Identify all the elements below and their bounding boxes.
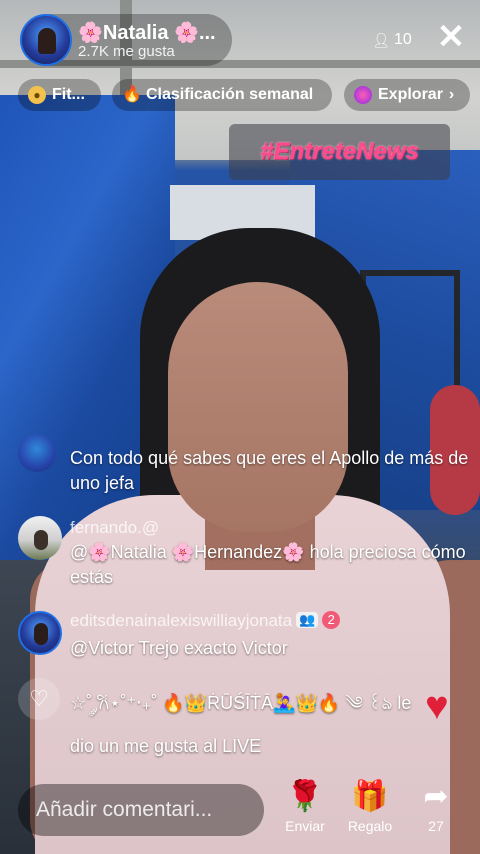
viewer-count-value: 10 <box>393 31 412 48</box>
person-icon: 👤︎ <box>372 31 390 48</box>
chat-username[interactable]: editsdenainalexiswilliayjonata 👥 2 <box>70 611 341 631</box>
chat-like-notice: ☆˚ ༘𐙚⋆˚⁺‧₊˚ 🔥👑ṘŪŚĪṪĀ🤽‍♀️👑🔥 ༄ ꒰ঌ le dio u… <box>70 682 430 756</box>
viewer-count[interactable]: 👤︎ 10 <box>362 24 422 56</box>
fitness-badge-icon: ● <box>28 86 46 104</box>
flame-icon: 🔥 <box>122 86 142 103</box>
host-name: 🌸Natalia 🌸... <box>78 22 216 44</box>
chat-message-text: @🌸Natalia 🌸Hernandez🌸 hola preciosa cómo… <box>70 542 466 587</box>
host-avatar[interactable] <box>20 14 72 66</box>
chat-message-text: ☆˚ ༘𐙚⋆˚⁺‧₊˚ 🔥👑ṘŪŚĪṪĀ🤽‍♀️👑🔥 ༄ ꒰ঌ le dio u… <box>70 693 412 756</box>
host-info[interactable]: 🌸Natalia 🌸... 2.7K me gusta <box>20 14 232 66</box>
share-count: 27 <box>428 818 444 834</box>
chip-label: Clasificación semanal <box>146 86 314 103</box>
chip-weekly-ranking[interactable]: 🔥 Clasificación semanal <box>112 79 332 111</box>
send-label: Enviar <box>285 818 325 834</box>
avatar[interactable] <box>18 434 56 472</box>
chevron-right-icon: › <box>448 86 455 103</box>
chip-label: Explorar <box>378 86 443 103</box>
user-badge-icon: 👥 <box>296 612 319 628</box>
hashtag-text: #EntreteNews <box>260 138 419 165</box>
chat-message: fernando.@ @🌸Natalia 🌸Hernandez🌸 hola pr… <box>18 516 468 592</box>
avatar[interactable] <box>18 611 62 655</box>
gift-button[interactable]: 🎁 Regalo <box>342 780 398 834</box>
hashtag-banner[interactable]: #EntreteNews <box>229 124 450 180</box>
gift-icon: 🎁 <box>351 780 389 813</box>
chip-fitness[interactable]: ● Fit... <box>18 79 101 111</box>
chat-message-text: @Victor Trejo exacto Victor <box>70 638 288 658</box>
avatar[interactable] <box>18 516 62 560</box>
close-button[interactable]: ✕ <box>432 18 470 56</box>
rose-icon: 🌹 <box>286 780 324 813</box>
floating-heart-icon: ♥ <box>425 684 449 728</box>
comment-input[interactable]: Añadir comentari... <box>18 784 264 836</box>
chip-explore[interactable]: Explorar › <box>344 79 470 111</box>
level-badge: 2 <box>322 611 341 629</box>
chat-message: editsdenainalexiswilliayjonata 👥 2 @Victor… <box>18 609 468 661</box>
share-button[interactable]: ➦ 27 <box>414 780 458 834</box>
chat-message-text: Con todo qué sabes que eres el Apollo de… <box>70 448 469 493</box>
chip-label: Fit... <box>52 86 85 103</box>
share-icon: ➦ <box>423 780 449 813</box>
chat-message: Con todo qué sabes que eres el Apollo de… <box>18 434 468 494</box>
chat-username[interactable]: fernando.@ <box>70 518 159 538</box>
send-rose-button[interactable]: 🌹 Enviar <box>280 780 330 834</box>
chat-username-text: editsdenainalexiswilliayjonata <box>70 611 293 630</box>
heart-icon[interactable]: ♡ <box>18 678 60 720</box>
explore-orb-icon <box>354 86 372 104</box>
gift-label: Regalo <box>347 818 393 834</box>
host-likes: 2.7K me gusta <box>78 43 175 60</box>
